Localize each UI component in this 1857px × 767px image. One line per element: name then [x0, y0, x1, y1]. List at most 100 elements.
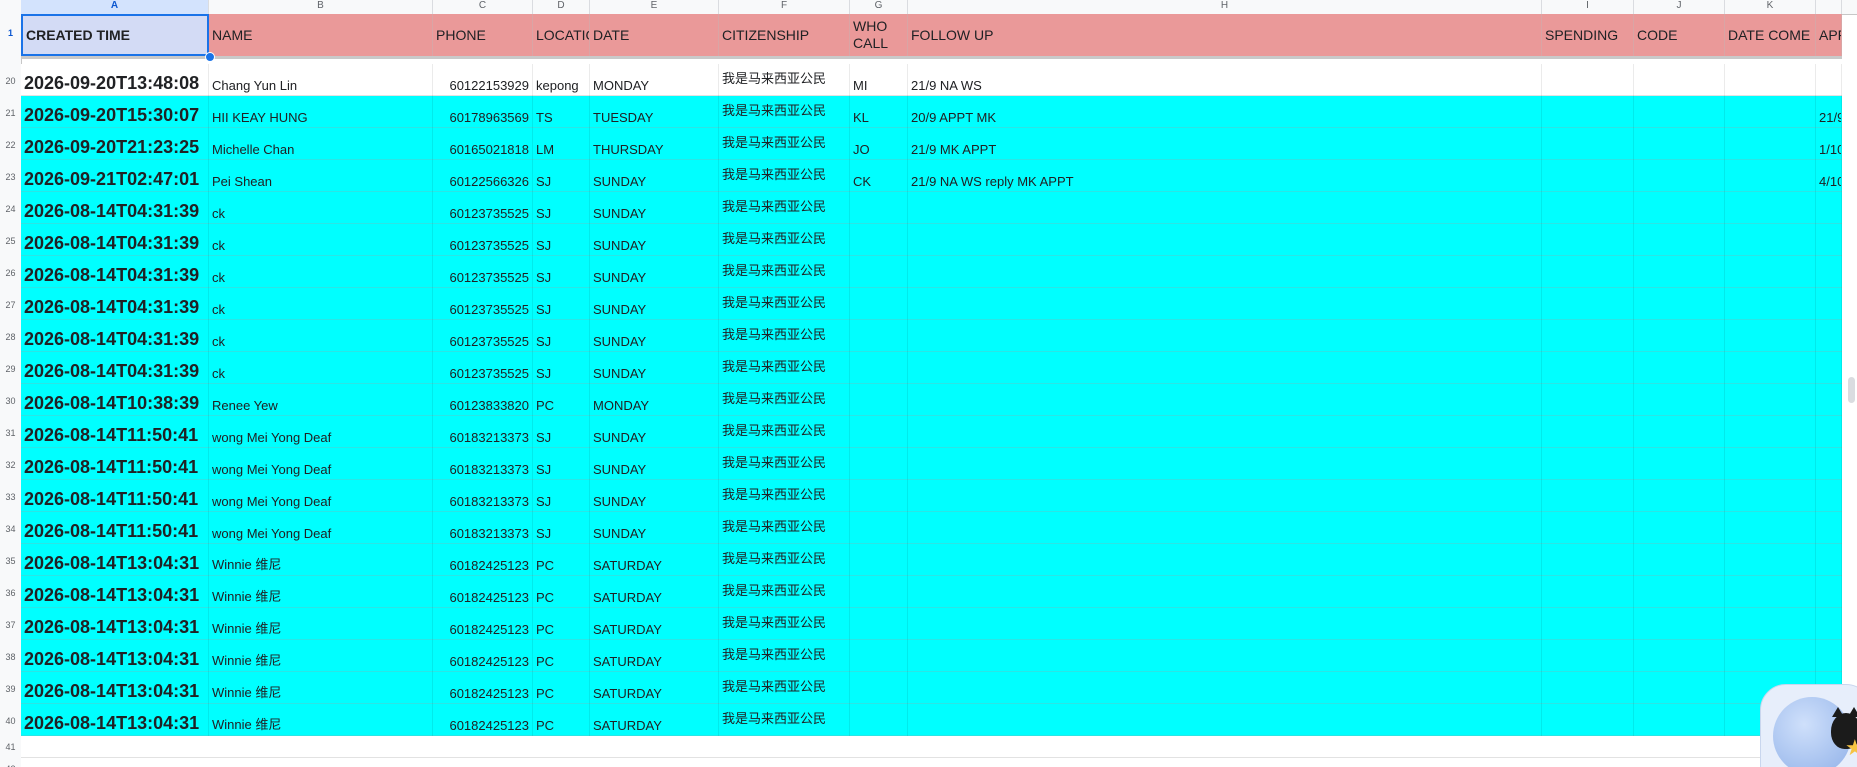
cell-date[interactable]: SUNDAY [590, 256, 719, 288]
cell-time[interactable]: 2026-08-14T04:31:39 [21, 256, 209, 288]
cell-datecome[interactable] [1725, 608, 1816, 640]
cell-loc[interactable]: SJ [533, 320, 590, 352]
cell-follow[interactable] [908, 448, 1542, 480]
cell-follow[interactable] [908, 512, 1542, 544]
cell-follow[interactable] [908, 288, 1542, 320]
cell-appt[interactable] [1816, 480, 1842, 512]
cell-date[interactable]: SATURDAY [590, 640, 719, 672]
row-number[interactable]: 25 [0, 236, 21, 246]
cell-datecome[interactable] [1725, 320, 1816, 352]
cell-datecome[interactable] [1725, 416, 1816, 448]
column-letter-G[interactable]: G [850, 0, 908, 14]
row-number[interactable]: 41 [0, 742, 21, 752]
table-row[interactable]: 2026-08-14T10:38:39 Renee Yew 60123833820 P… [21, 384, 1842, 416]
cell-time[interactable]: 2026-08-14T13:04:31 [21, 544, 209, 576]
cell-who[interactable] [850, 416, 908, 448]
cell-code[interactable] [1634, 608, 1725, 640]
cell-appt[interactable] [1816, 576, 1842, 608]
cell-name[interactable]: ck [209, 224, 433, 256]
row-number[interactable]: 30 [0, 396, 21, 406]
cell-spend[interactable] [1542, 352, 1634, 384]
cell-spend[interactable] [1542, 512, 1634, 544]
cell-who[interactable] [850, 704, 908, 736]
cell-cit[interactable]: 我是马来西亚公民 [719, 352, 850, 384]
cell-appt[interactable]: 1/10 [1816, 128, 1842, 160]
cell-time[interactable]: 2026-09-20T13:48:08 [21, 64, 209, 96]
cell-phone[interactable]: 60123735525 [433, 192, 533, 224]
cell-appt[interactable] [1816, 224, 1842, 256]
cell-who[interactable] [850, 480, 908, 512]
cell-datecome[interactable] [1725, 160, 1816, 192]
cell-date[interactable]: SATURDAY [590, 704, 719, 736]
column-letter-E[interactable]: E [590, 0, 719, 14]
cell-appt[interactable] [1816, 192, 1842, 224]
table-row[interactable]: 2026-08-14T04:31:39 ck 60123735525 SJ SUNDAY… [21, 256, 1842, 288]
cell-datecome[interactable] [1725, 576, 1816, 608]
cell-phone[interactable]: 60183213373 [433, 448, 533, 480]
table-row[interactable]: 2026-08-14T13:04:31 Winnie 维尼 60182425123 P… [21, 672, 1842, 704]
cell-code[interactable] [1634, 192, 1725, 224]
cell-phone[interactable]: 60183213373 [433, 416, 533, 448]
cell-cit[interactable]: 我是马来西亚公民 [719, 64, 850, 96]
table-row[interactable]: 2026-08-14T11:50:41 wong Mei Yong Deaf 601… [21, 448, 1842, 480]
table-row[interactable]: 2026-08-14T04:31:39 ck 60123735525 SJ SUNDAY… [21, 192, 1842, 224]
cell-name[interactable]: Winnie 维尼 [209, 608, 433, 640]
header-cell-created-time[interactable]: CREATED TIME [21, 14, 209, 56]
cell-code[interactable] [1634, 448, 1725, 480]
cell-appt[interactable]: 4/10 [1816, 160, 1842, 192]
cell-datecome[interactable] [1725, 480, 1816, 512]
cell-cit[interactable]: 我是马来西亚公民 [719, 640, 850, 672]
cell-date[interactable]: SUNDAY [590, 192, 719, 224]
cell-time[interactable]: 2026-08-14T13:04:31 [21, 672, 209, 704]
cell-follow[interactable] [908, 224, 1542, 256]
cell-cit[interactable]: 我是马来西亚公民 [719, 544, 850, 576]
cell-spend[interactable] [1542, 672, 1634, 704]
row-number[interactable]: 26 [0, 268, 21, 278]
cell-loc[interactable]: SJ [533, 288, 590, 320]
cell-who[interactable] [850, 512, 908, 544]
cell-date[interactable]: THURSDAY [590, 128, 719, 160]
cell-follow[interactable] [908, 544, 1542, 576]
cell-loc[interactable]: SJ [533, 256, 590, 288]
row-number[interactable]: 31 [0, 428, 21, 438]
cell-loc[interactable]: PC [533, 608, 590, 640]
cell-who[interactable] [850, 192, 908, 224]
cell-who[interactable] [850, 256, 908, 288]
cell-cit[interactable]: 我是马来西亚公民 [719, 480, 850, 512]
cell-date[interactable]: SUNDAY [590, 480, 719, 512]
row-number[interactable]: 34 [0, 524, 21, 534]
cell-appt[interactable] [1816, 352, 1842, 384]
cell-cit[interactable]: 我是马来西亚公民 [719, 288, 850, 320]
cell-date[interactable]: SUNDAY [590, 224, 719, 256]
cell-time[interactable]: 2026-08-14T11:50:41 [21, 480, 209, 512]
cell-who[interactable] [850, 288, 908, 320]
cell-follow[interactable] [908, 416, 1542, 448]
cell-follow[interactable]: 21/9 NA WS [908, 64, 1542, 96]
cell-phone[interactable]: 60122566326 [433, 160, 533, 192]
cell-code[interactable] [1634, 384, 1725, 416]
cell-spend[interactable] [1542, 160, 1634, 192]
cell-time[interactable]: 2026-08-14T13:04:31 [21, 608, 209, 640]
column-letter-B[interactable]: B [209, 0, 433, 14]
cell-datecome[interactable] [1725, 512, 1816, 544]
cell-spend[interactable] [1542, 480, 1634, 512]
cell-phone[interactable]: 60182425123 [433, 672, 533, 704]
table-row[interactable]: 2026-08-14T13:04:31 Winnie 维尼 60182425123 P… [21, 608, 1842, 640]
cell-appt[interactable]: 21/9 [1816, 96, 1842, 128]
cell-cit[interactable]: 我是马来西亚公民 [719, 384, 850, 416]
cell-loc[interactable]: SJ [533, 224, 590, 256]
assistant-avatar-widget[interactable]: ★ [1760, 684, 1857, 767]
cell-datecome[interactable] [1725, 544, 1816, 576]
cell-phone[interactable]: 60123735525 [433, 352, 533, 384]
cell-date[interactable]: SUNDAY [590, 512, 719, 544]
cell-code[interactable] [1634, 416, 1725, 448]
cell-follow[interactable]: 20/9 APPT MK [908, 96, 1542, 128]
cell-spend[interactable] [1542, 640, 1634, 672]
cell-spend[interactable] [1542, 448, 1634, 480]
cell-name[interactable]: Winnie 维尼 [209, 640, 433, 672]
cell-who[interactable]: JO [850, 128, 908, 160]
cell-spend[interactable] [1542, 128, 1634, 160]
cell-cit[interactable]: 我是马来西亚公民 [719, 192, 850, 224]
cell-cit[interactable]: 我是马来西亚公民 [719, 256, 850, 288]
cell-date[interactable]: TUESDAY [590, 96, 719, 128]
